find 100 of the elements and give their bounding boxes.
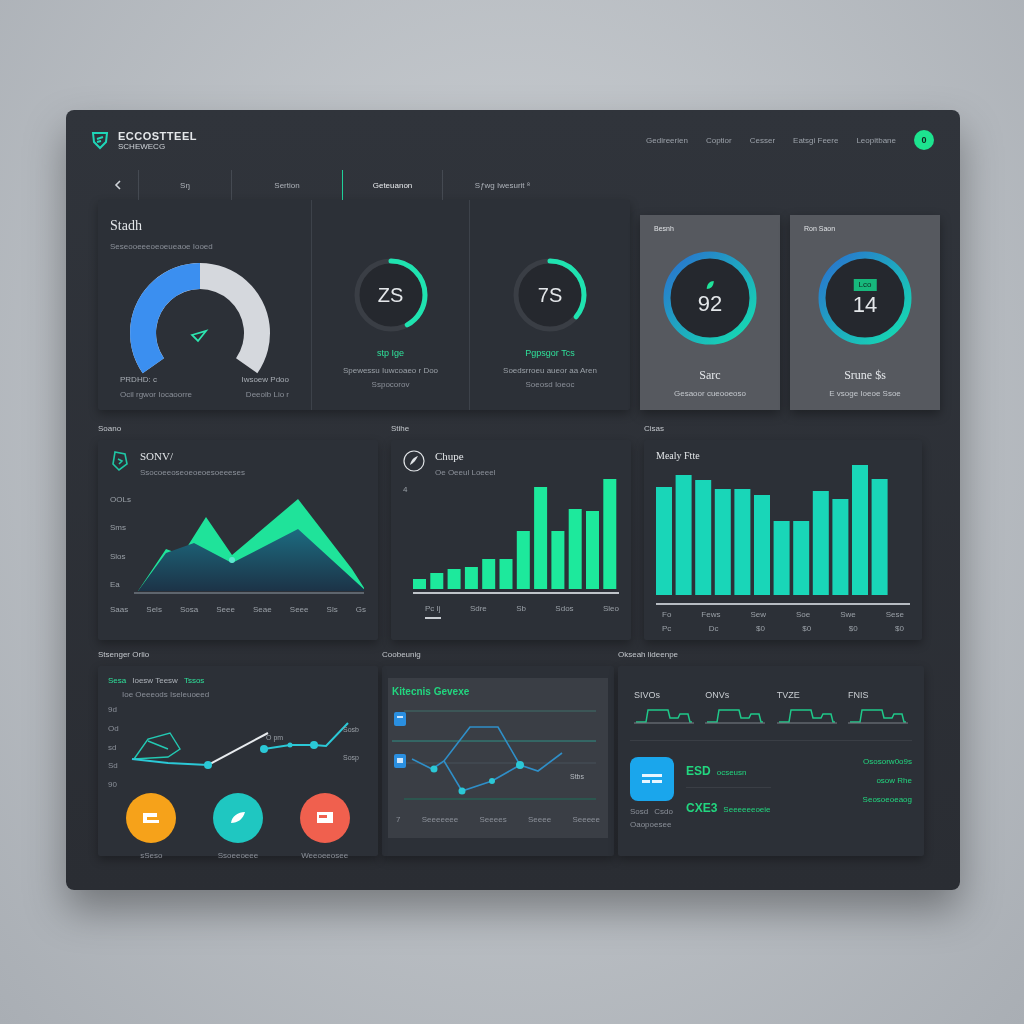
ring-note: Soeosd Ioeoc [525, 380, 575, 389]
axis-label: sd [108, 742, 118, 752]
kpi-value: 92 [697, 292, 723, 316]
brand-subtitle: SCHEWECG [118, 141, 167, 151]
axis-label: 4 [403, 485, 409, 494]
axis-label: Slos [110, 551, 127, 561]
axis-label: Sb [516, 604, 526, 615]
axis-label: 7 [396, 815, 401, 824]
leaf-icon [229, 810, 247, 826]
axis-label: Sleo [602, 604, 619, 615]
card-title: Mealy Ftte [656, 450, 701, 461]
bar [482, 559, 496, 589]
section-heading: Cisas [644, 424, 665, 435]
bar [447, 569, 461, 589]
tag-icon [110, 450, 130, 472]
axis-label: $0 [848, 624, 858, 633]
back-icon[interactable] [113, 180, 123, 190]
axis-label: $0 [802, 624, 812, 633]
kpi-caption: Srune $s [844, 368, 886, 383]
shield-icon [90, 130, 110, 150]
axis-label: Sew [750, 610, 766, 619]
axis-label: Pc Ij [425, 604, 441, 619]
row-text: ocseusn [716, 768, 747, 777]
category-button[interactable] [299, 793, 350, 843]
card-title: Stadh [110, 218, 143, 234]
axis-label: Fews [701, 610, 721, 619]
card-title: Chupe [435, 450, 465, 462]
axis-label: Seee [216, 605, 235, 614]
category-label: Weeoeeosee [301, 851, 349, 860]
gauge-label: Iwsoew Pdoo [241, 375, 289, 384]
row-text: Seeeeeeoeie [723, 805, 771, 814]
compass-icon [403, 450, 425, 472]
brand-name: ECCOSTTEEL [118, 129, 197, 142]
nav-link[interactable]: Coptior [705, 135, 732, 145]
avatar[interactable]: 0 [914, 130, 934, 150]
axis-label: $0 [756, 624, 765, 633]
legend-value: Tssos [183, 676, 205, 685]
document-icon [394, 712, 406, 726]
bar [551, 531, 565, 589]
app-icon[interactable] [630, 757, 674, 801]
gauge-note: Ocil rgwor Iocaoorre [120, 390, 193, 399]
axis-label: 90 [108, 780, 118, 789]
axis-label: Sese [885, 610, 904, 619]
axis-label: $0 [895, 624, 904, 633]
leaf-icon [705, 280, 715, 290]
sparkline [634, 706, 694, 724]
bar [464, 567, 478, 589]
screen-icon [315, 811, 334, 825]
bar [430, 573, 444, 589]
value-text: Seosoeoeaog [862, 795, 912, 804]
row-code: CXE3 [686, 801, 718, 815]
axis-label: Sdos [555, 604, 574, 615]
axis-label: Seeee [527, 815, 552, 824]
axis-label: Seeeeeee [421, 815, 459, 824]
ring-detail: Spewessu Iuwcoaeo r Doo [342, 366, 439, 375]
ring-caption: Pgpsgor Tcs [525, 348, 575, 358]
nav-link[interactable]: Leopitbane [856, 135, 896, 145]
category-button[interactable] [213, 793, 263, 843]
axis-label: Od [108, 723, 120, 733]
card-subtitle: Ssocoeeoseoeoeoesoeeeses [140, 468, 245, 477]
nav-link[interactable]: Cesser [749, 135, 776, 145]
bar [516, 531, 530, 589]
legend-label: Ioesw Teesw [132, 676, 178, 685]
card-title: SONV/ [140, 450, 174, 462]
card-icon [142, 811, 161, 825]
axis-label: Fo [662, 610, 672, 619]
ring-value: 7S [537, 284, 563, 306]
category-button[interactable] [126, 793, 177, 843]
nav-link[interactable]: Eatsgi Feere [793, 135, 839, 145]
axis-label: Soe [796, 610, 811, 619]
section-heading: Okseah lideenpe [618, 650, 680, 661]
section-heading: Soano [98, 424, 123, 435]
nav-link[interactable]: Gedireerien [646, 135, 688, 145]
axis-label: Sdre [469, 604, 487, 615]
axis-label: OOLs [110, 495, 132, 504]
section-heading: Stsenger Orlio [98, 650, 151, 661]
card-subtitle: Seseooeeeoeoeueaoe Iooed [110, 242, 214, 251]
status-tag: Lco [853, 279, 877, 291]
app-note: Sosd [630, 807, 649, 816]
axis-label: Swe [840, 610, 856, 619]
value-text: osow Rhe [876, 776, 912, 785]
axis-label: Sls [326, 605, 338, 614]
legend-subtitle: Ioe Oeeeods Iseleuoeed [122, 690, 211, 699]
metric-label: FNIS [848, 690, 870, 700]
axis-label: Sosa [179, 605, 199, 614]
metric-label: TVZE [776, 690, 801, 700]
value-text: Ososorw0o9s [863, 757, 912, 766]
ring-detail: Soedsrroeu aueor aa Aren [503, 366, 597, 375]
app-note: Csdo [654, 807, 673, 816]
ring-caption: stp Ige [377, 348, 404, 358]
axis-label: Seae [253, 605, 272, 614]
axis-label: Dc [708, 624, 719, 633]
app-note: Oaopoesee [630, 820, 673, 829]
bar [413, 579, 426, 589]
axis-label: Seeeee [572, 815, 600, 824]
kpi-caption: Sarc [699, 368, 721, 383]
axis-label: Seeees [479, 815, 507, 824]
kpi-detail: E vsoge Ioeoe Ssoe [829, 389, 901, 398]
axis-label: 9d [108, 705, 118, 714]
ring-value: ZS [377, 284, 404, 306]
